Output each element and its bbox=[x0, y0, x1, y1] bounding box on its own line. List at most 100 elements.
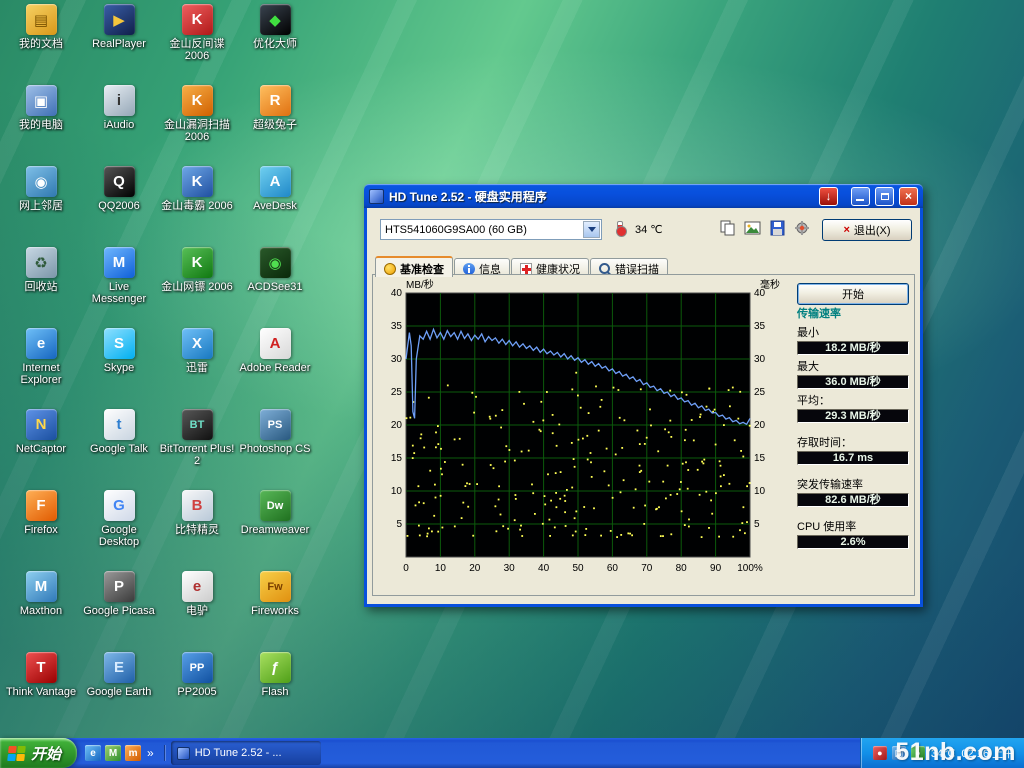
desktop-icon-dreamweaver[interactable]: DwDreamweaver bbox=[236, 490, 314, 571]
start-button[interactable]: 开始 bbox=[797, 283, 909, 305]
avedesk-icon: A bbox=[260, 166, 291, 197]
desktop-icon-bittorrent-plus[interactable]: BTBitTorrent Plus! 2 bbox=[158, 409, 236, 490]
minimize-button[interactable] bbox=[851, 187, 870, 206]
desktop-icon-maxthon[interactable]: MMaxthon bbox=[2, 571, 80, 652]
stat-label: 突发传输速率 bbox=[797, 476, 909, 492]
kingsoft-antispy-icon: K bbox=[182, 4, 213, 35]
copy-text-icon[interactable] bbox=[719, 220, 736, 236]
desktop-icon-network-places[interactable]: ◉网上邻居 bbox=[2, 166, 80, 247]
desktop-icon-flash[interactable]: ƒFlash bbox=[236, 652, 314, 733]
youhua-dashi-icon: ◆ bbox=[260, 4, 291, 35]
adobe-reader-icon: A bbox=[260, 328, 291, 359]
desktop-icon-netcaptor[interactable]: NNetCaptor bbox=[2, 409, 80, 490]
svg-text:20: 20 bbox=[754, 420, 766, 431]
desktop-icon-label: RealPlayer bbox=[92, 38, 146, 50]
svg-text:25: 25 bbox=[754, 387, 766, 398]
desktop-icon-kingsoft-duba[interactable]: K金山毒霸 2006 bbox=[158, 166, 236, 247]
flash-icon: ƒ bbox=[260, 652, 291, 683]
google-picasa-icon: P bbox=[104, 571, 135, 602]
update-button[interactable]: ↓ bbox=[819, 187, 838, 206]
maximize-button[interactable] bbox=[875, 187, 894, 206]
iaudio-icon: i bbox=[104, 85, 135, 116]
desktop-icon-xunlei[interactable]: X迅雷 bbox=[158, 328, 236, 409]
desktop-icon-internet-explorer[interactable]: eInternet Explorer bbox=[2, 328, 80, 409]
desktop-icon-avedesk[interactable]: AAveDesk bbox=[236, 166, 314, 247]
desktop-icon-label: Google Desktop bbox=[81, 524, 157, 549]
desktop-icon-recycle-bin[interactable]: ♻ 回收站 bbox=[2, 247, 80, 328]
tray-icon-3[interactable]: ● bbox=[911, 746, 925, 760]
desktop-icon-google-talk[interactable]: tGoogle Talk bbox=[80, 409, 158, 490]
quick-launch-2[interactable]: M bbox=[105, 745, 121, 761]
extra-stats: 存取时间：16.7 ms突发传输速率82.6 MB/秒CPU 使用率2.6% bbox=[797, 434, 909, 549]
desktop-icon-label: QQ2006 bbox=[98, 200, 140, 212]
desktop-icon-label: 回收站 bbox=[25, 281, 58, 293]
desktop-icon-kingsoft-scan[interactable]: K金山漏洞扫描 2006 bbox=[158, 85, 236, 166]
desktop-icon-think-vantage[interactable]: TThink Vantage bbox=[2, 652, 80, 733]
stat-label: CPU 使用率 bbox=[797, 518, 909, 534]
svg-text:15: 15 bbox=[754, 453, 766, 464]
desktop-icon-qq2006[interactable]: QQQ2006 bbox=[80, 166, 158, 247]
window-titlebar[interactable]: HD Tune 2.52 - 硬盘实用程序 ↓ × bbox=[364, 184, 923, 208]
tray-icon-1[interactable]: ● bbox=[873, 746, 887, 760]
desktop-icon-google-picasa[interactable]: PGoogle Picasa bbox=[80, 571, 158, 652]
svg-text:10: 10 bbox=[754, 486, 766, 497]
desktop-icon-google-desktop[interactable]: GGoogle Desktop bbox=[80, 490, 158, 571]
tray-icon-2[interactable]: ▣ bbox=[892, 746, 906, 760]
svg-text:10: 10 bbox=[391, 486, 403, 497]
desktop-icon-label: 我的文档 bbox=[19, 38, 63, 50]
desktop-icon-pp2005[interactable]: PPPP2005 bbox=[158, 652, 236, 733]
desktop-icon-adobe-reader[interactable]: AAdobe Reader bbox=[236, 328, 314, 409]
desktop-icon-youhua-dashi[interactable]: ◆优化大师 bbox=[236, 4, 314, 85]
taskbar-task-hdtune[interactable]: HD Tune 2.52 - ... bbox=[171, 741, 321, 765]
acdsee-icon: ◉ bbox=[260, 247, 291, 278]
desktop-icon-skype[interactable]: SSkype bbox=[80, 328, 158, 409]
stat-value: 18.2 MB/秒 bbox=[797, 341, 909, 355]
desktop-icon-iaudio[interactable]: iiAudio bbox=[80, 85, 158, 166]
quick-launch-1[interactable]: e bbox=[85, 745, 101, 761]
desktop-icon-label: Photoshop CS bbox=[240, 443, 311, 455]
desktop-icon-label: BitTorrent Plus! 2 bbox=[159, 443, 235, 468]
tab-label: 基准检查 bbox=[400, 261, 444, 277]
desktop-icon-label: 网上邻居 bbox=[19, 200, 63, 212]
desktop-icon-my-computer[interactable]: ▣我的电脑 bbox=[2, 85, 80, 166]
my-computer-icon: ▣ bbox=[26, 85, 57, 116]
recycle-bin-icon: ♻ bbox=[26, 247, 57, 278]
quick-launch-3[interactable]: m bbox=[125, 745, 141, 761]
desktop-icon-emule[interactable]: e电驴 bbox=[158, 571, 236, 652]
desktop-icon-label: Skype bbox=[104, 362, 135, 374]
copy-image-icon[interactable] bbox=[744, 220, 761, 236]
desktop-icon-google-earth[interactable]: EGoogle Earth bbox=[80, 652, 158, 733]
desktop-icon-realplayer[interactable]: ▶RealPlayer bbox=[80, 4, 158, 85]
desktop-icon-bitspirit[interactable]: B比特精灵 bbox=[158, 490, 236, 571]
quick-launch-chevron-icon[interactable]: » bbox=[145, 746, 156, 760]
tab-benchmark[interactable]: 基准检查 bbox=[375, 256, 453, 277]
desktop-icon-photoshop-cs[interactable]: PSPhotoshop CS bbox=[236, 409, 314, 490]
save-icon[interactable] bbox=[769, 220, 786, 236]
desktop-icon-kingsoft-antispy[interactable]: K金山反间谍 2006 bbox=[158, 4, 236, 85]
desktop-icon-super-rabbit[interactable]: R超级兔子 bbox=[236, 85, 314, 166]
window-body: HTS541060G9SA00 (60 GB) 34 ℃ × 退出(X) 基准检… bbox=[364, 208, 923, 607]
svg-text:30: 30 bbox=[754, 354, 766, 365]
close-button[interactable]: × bbox=[899, 187, 918, 206]
desktop-icon-label: PP2005 bbox=[177, 686, 216, 698]
desktop-icon-fireworks[interactable]: FwFireworks bbox=[236, 571, 314, 652]
desktop-icon-label: Google Talk bbox=[90, 443, 148, 455]
drive-select-combobox[interactable]: HTS541060G9SA00 (60 GB) bbox=[380, 219, 602, 240]
xunlei-icon: X bbox=[182, 328, 213, 359]
desktop-icon-live-messenger[interactable]: MLive Messenger bbox=[80, 247, 158, 328]
stat-value: 36.0 MB/秒 bbox=[797, 375, 909, 389]
thermometer-icon bbox=[617, 221, 623, 234]
desktop-icon-my-documents[interactable]: ▤我的文档 bbox=[2, 4, 80, 85]
exit-button[interactable]: × 退出(X) bbox=[822, 219, 912, 241]
desktop-icon-label: 金山网镖 2006 bbox=[161, 281, 233, 293]
chevron-down-icon[interactable] bbox=[583, 221, 600, 238]
benchmark-stats-panel: 开始 传输速率 最小18.2 MB/秒最大36.0 MB/秒平均：29.3 MB… bbox=[797, 283, 909, 549]
options-gear-icon[interactable] bbox=[794, 220, 811, 236]
desktop-icon-kingsoft-firewall[interactable]: K金山网镖 2006 bbox=[158, 247, 236, 328]
desktop-icon-firefox[interactable]: FFirefox bbox=[2, 490, 80, 571]
hdtune-window: HD Tune 2.52 - 硬盘实用程序 ↓ × HTS541060G9SA0… bbox=[364, 184, 923, 607]
start-button-taskbar[interactable]: 开始 bbox=[0, 738, 77, 768]
desktop-icon-acdsee[interactable]: ◉ACDSee31 bbox=[236, 247, 314, 328]
window-title: HD Tune 2.52 - 硬盘实用程序 bbox=[389, 188, 814, 205]
drive-select-value: HTS541060G9SA00 (60 GB) bbox=[381, 224, 582, 236]
